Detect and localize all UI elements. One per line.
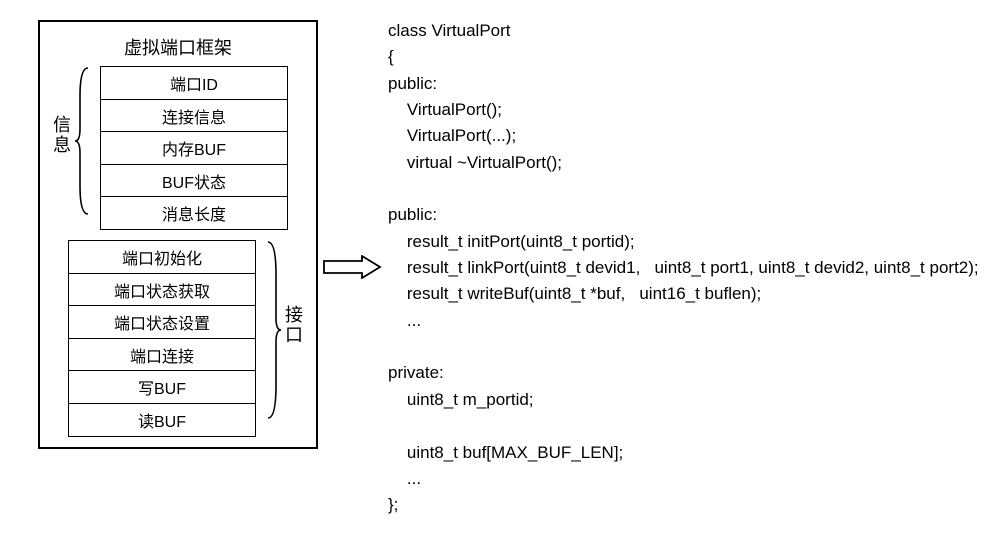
row-mem-buf: 内存BUF	[100, 131, 288, 165]
group-interface: 接 口 端口初始化 端口状态获取 端口状态设置 端口连接 写BUF 读BUF	[48, 240, 308, 437]
code-line: VirtualPort();	[388, 100, 502, 119]
row-port-status-get: 端口状态获取	[68, 273, 256, 307]
outer-frame: 虚拟端口框架 信 息 端口ID 连接信息 内存BUF BUF状态 消息长度 接 …	[38, 20, 318, 449]
row-msg-len: 消息长度	[100, 196, 288, 230]
bracket-left-icon	[74, 66, 92, 216]
row-port-init: 端口初始化	[68, 240, 256, 274]
frame-title: 虚拟端口框架	[48, 30, 308, 66]
group-interface-rows: 端口初始化 端口状态获取 端口状态设置 端口连接 写BUF 读BUF	[68, 240, 256, 437]
code-block: class VirtualPort { public: VirtualPort(…	[388, 18, 983, 519]
code-line: result_t writeBuf(uint8_t *buf, uint16_t…	[388, 284, 761, 303]
code-line: uint8_t buf[MAX_BUF_LEN];	[388, 443, 623, 462]
code-line: result_t initPort(uint8_t portid);	[388, 232, 635, 251]
code-line: ...	[388, 469, 421, 488]
row-port-id: 端口ID	[100, 66, 288, 100]
group-info-rows: 端口ID 连接信息 内存BUF BUF状态 消息长度	[100, 66, 288, 230]
row-read-buf: 读BUF	[68, 403, 256, 437]
code-line: virtual ~VirtualPort();	[388, 153, 562, 172]
code-line: ...	[388, 311, 421, 330]
code-line: class VirtualPort	[388, 21, 511, 40]
group-info: 信 息 端口ID 连接信息 内存BUF BUF状态 消息长度	[48, 66, 308, 230]
row-buf-status: BUF状态	[100, 164, 288, 198]
row-port-link: 端口连接	[68, 338, 256, 372]
code-line: private:	[388, 363, 444, 382]
row-write-buf: 写BUF	[68, 370, 256, 404]
code-line: public:	[388, 74, 437, 93]
arrow-right-icon	[322, 255, 382, 279]
code-line: uint8_t m_portid;	[388, 390, 534, 409]
code-line: {	[388, 47, 394, 66]
group-interface-label: 接 口	[284, 306, 304, 346]
diagram-panel: 虚拟端口框架 信 息 端口ID 连接信息 内存BUF BUF状态 消息长度 接 …	[38, 20, 318, 449]
group-info-label: 信 息	[52, 116, 72, 156]
code-line: };	[388, 495, 398, 514]
row-port-status-set: 端口状态设置	[68, 305, 256, 339]
code-line: VirtualPort(...);	[388, 126, 516, 145]
bracket-right-icon	[264, 240, 282, 420]
row-conn-info: 连接信息	[100, 99, 288, 133]
code-line: result_t linkPort(uint8_t devid1, uint8_…	[388, 258, 979, 277]
code-line: public:	[388, 205, 437, 224]
